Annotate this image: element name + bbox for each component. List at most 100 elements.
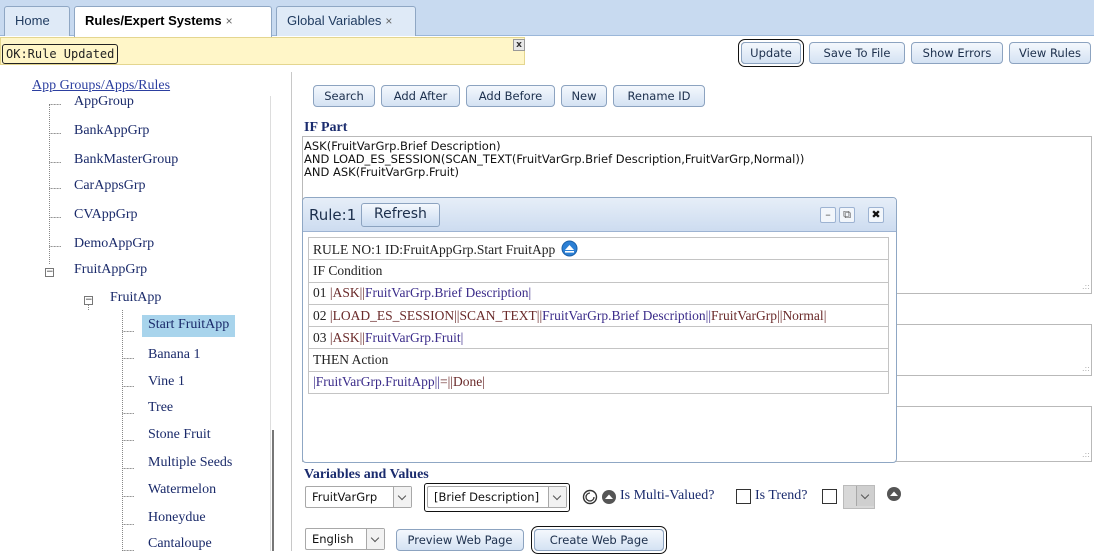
- status-message: OK:Rule Updated: [2, 44, 119, 64]
- tab-global-variables[interactable]: Global Variables ×: [276, 6, 416, 36]
- tree-branch: ┈┈: [122, 520, 135, 531]
- condition-token[interactable]: ASK: [333, 330, 360, 345]
- close-icon[interactable]: ✖: [868, 207, 884, 223]
- save-to-file-button[interactable]: Save To File: [809, 42, 905, 64]
- tree-node-appgroup[interactable]: AppGroup: [74, 94, 134, 110]
- rule-header-cell: RULE NO:1 ID:FruitAppGrp.Start FruitApp: [308, 236, 889, 261]
- table-row: 03 |ASK||FruitVarGrp.Fruit|: [308, 326, 889, 350]
- table-row: |FruitVarGrp.FruitApp||=||Done|: [308, 370, 889, 395]
- collapse-toggle-icon[interactable]: −: [84, 296, 93, 305]
- add-before-button[interactable]: Add Before: [466, 85, 555, 107]
- tree-node-fruitapp[interactable]: FruitApp: [110, 290, 161, 306]
- condition-cell: 03 |ASK||FruitVarGrp.Fruit|: [308, 326, 889, 350]
- reset-circle-icon[interactable]: [582, 489, 598, 505]
- condition-token[interactable]: FruitVarGrp.Brief Description: [365, 285, 528, 300]
- table-row: 02 |LOAD_ES_SESSION||SCAN_TEXT||FruitVar…: [308, 303, 889, 328]
- if-part-label: IF Part: [304, 120, 348, 135]
- tree-branch: ┈┈: [122, 492, 135, 503]
- language-select[interactable]: English: [305, 528, 385, 550]
- collapse-toggle-icon[interactable]: −: [45, 268, 54, 277]
- tree-branch: ┈┈: [49, 213, 62, 224]
- condition-number: 02: [313, 307, 327, 323]
- tree-node-watermelon[interactable]: Watermelon: [148, 482, 216, 498]
- action-token[interactable]: FruitVarGrp.FruitApp: [316, 374, 435, 389]
- condition-token[interactable]: FruitVarGrp: [711, 308, 777, 323]
- search-button[interactable]: Search: [313, 85, 375, 107]
- tree-node-bankappgrp[interactable]: BankAppGrp: [74, 123, 149, 139]
- tree-node-cvappgrp[interactable]: CVAppGrp: [74, 207, 138, 223]
- pane-divider[interactable]: [291, 72, 292, 551]
- tree-node-demoappgrp[interactable]: DemoAppGrp: [74, 236, 154, 252]
- rule-detail-table: RULE NO:1 ID:FruitAppGrp.Start FruitApp …: [308, 236, 889, 395]
- update-button[interactable]: Update: [741, 42, 801, 64]
- variable-group-select[interactable]: FruitVarGrp: [305, 486, 412, 508]
- up-arrow-circle-icon[interactable]: [886, 486, 902, 502]
- tree-node-vine-1[interactable]: Vine 1: [148, 374, 185, 390]
- select-value: English: [312, 532, 354, 546]
- collapse-up-icon[interactable]: [561, 240, 578, 257]
- condition-token[interactable]: Normal: [782, 308, 823, 323]
- tree-node-stone-fruit[interactable]: Stone Fruit: [148, 427, 211, 443]
- create-web-page-button[interactable]: Create Web Page: [534, 529, 664, 551]
- tab-home[interactable]: Home: [4, 6, 70, 36]
- minimize-icon[interactable]: –: [820, 207, 836, 223]
- tree-node-start-fruitapp[interactable]: Start FruitApp: [142, 315, 236, 337]
- view-rules-button[interactable]: View Rules: [1009, 42, 1091, 64]
- is-multi-valued-label: Is Multi-Valued?: [620, 488, 715, 503]
- show-errors-button[interactable]: Show Errors: [911, 42, 1003, 64]
- up-arrow-circle-icon[interactable]: [601, 489, 617, 505]
- tree-branch: ┈┈: [49, 184, 62, 195]
- table-row: IF Condition: [308, 259, 889, 283]
- condition-token[interactable]: ASK: [333, 285, 360, 300]
- is-multi-valued-checkbox[interactable]: [736, 489, 751, 504]
- tree-node-bankmastergroup[interactable]: BankMasterGroup: [74, 152, 178, 168]
- condition-token[interactable]: SCAN_TEXT: [460, 308, 537, 323]
- resize-grip-icon[interactable]: .::: [1082, 450, 1090, 459]
- resize-grip-icon[interactable]: .::: [1082, 282, 1090, 291]
- variables-label: Variables and Values: [304, 467, 429, 482]
- tree-title[interactable]: App Groups/Apps/Rules: [32, 78, 170, 94]
- condition-token[interactable]: FruitVarGrp.Fruit: [365, 330, 461, 345]
- tree-node-tree[interactable]: Tree: [148, 400, 173, 416]
- action-token[interactable]: =: [440, 374, 448, 389]
- table-row: 01 |ASK||FruitVarGrp.Brief Description|: [308, 281, 889, 305]
- tree-scrollbar-thumb[interactable]: [272, 430, 274, 551]
- if-condition-cell: IF Condition: [308, 259, 889, 283]
- condition-token[interactable]: LOAD_ES_SESSION: [333, 308, 455, 323]
- refresh-button[interactable]: Refresh: [361, 203, 440, 227]
- tree-branch: ┈┈: [49, 242, 62, 253]
- add-after-button[interactable]: Add After: [381, 85, 460, 107]
- popout-icon[interactable]: ⧉: [839, 207, 855, 223]
- tree-node-cantaloupe[interactable]: Cantaloupe: [148, 536, 212, 552]
- condition-cell: 01 |ASK||FruitVarGrp.Brief Description|: [308, 281, 889, 305]
- preview-web-page-button[interactable]: Preview Web Page: [396, 529, 524, 551]
- chevron-down-icon[interactable]: [366, 529, 384, 549]
- tree-node-banana-1[interactable]: Banana 1: [148, 347, 200, 363]
- new-button[interactable]: New: [561, 85, 607, 107]
- chevron-down-icon: [856, 486, 874, 506]
- select-value: FruitVarGrp: [312, 490, 378, 504]
- status-close-icon[interactable]: x: [513, 39, 525, 51]
- chevron-down-icon[interactable]: [393, 487, 411, 507]
- rename-id-button[interactable]: Rename ID: [613, 85, 705, 107]
- if-part-text: ASK(FruitVarGrp.Brief Description) AND LO…: [304, 140, 804, 179]
- tree-branch: ┈┈: [122, 436, 135, 447]
- rule-popup-header[interactable]: Rule:1 Refresh – ⧉ ✖: [303, 198, 896, 232]
- condition-token[interactable]: FruitVarGrp.Brief Description: [542, 308, 705, 323]
- condition-number: 03: [313, 329, 327, 345]
- tab-close-icon[interactable]: ×: [226, 14, 233, 28]
- resize-grip-icon[interactable]: .::: [1082, 364, 1090, 373]
- is-trend-checkbox[interactable]: [822, 489, 837, 504]
- tree-node-carappsgrp[interactable]: CarAppsGrp: [74, 178, 146, 194]
- tree-node-fruitappgrp[interactable]: FruitAppGrp: [74, 262, 147, 278]
- trend-select-disabled: [843, 485, 875, 509]
- is-trend-label: Is Trend?: [755, 488, 808, 503]
- tab-label: Global Variables: [287, 13, 382, 28]
- tab-close-icon[interactable]: ×: [385, 14, 392, 28]
- action-token[interactable]: Done: [453, 374, 482, 389]
- tree-node-multiple-seeds[interactable]: Multiple Seeds: [148, 455, 232, 471]
- rule-popup: Rule:1 Refresh – ⧉ ✖ RULE NO:1 ID:FruitA…: [302, 197, 897, 463]
- tree-branch: ┈┈: [49, 129, 62, 140]
- tree-node-honeydue[interactable]: Honeydue: [148, 510, 206, 526]
- tab-rules-expert-systems[interactable]: Rules/Expert Systems ×: [74, 6, 272, 37]
